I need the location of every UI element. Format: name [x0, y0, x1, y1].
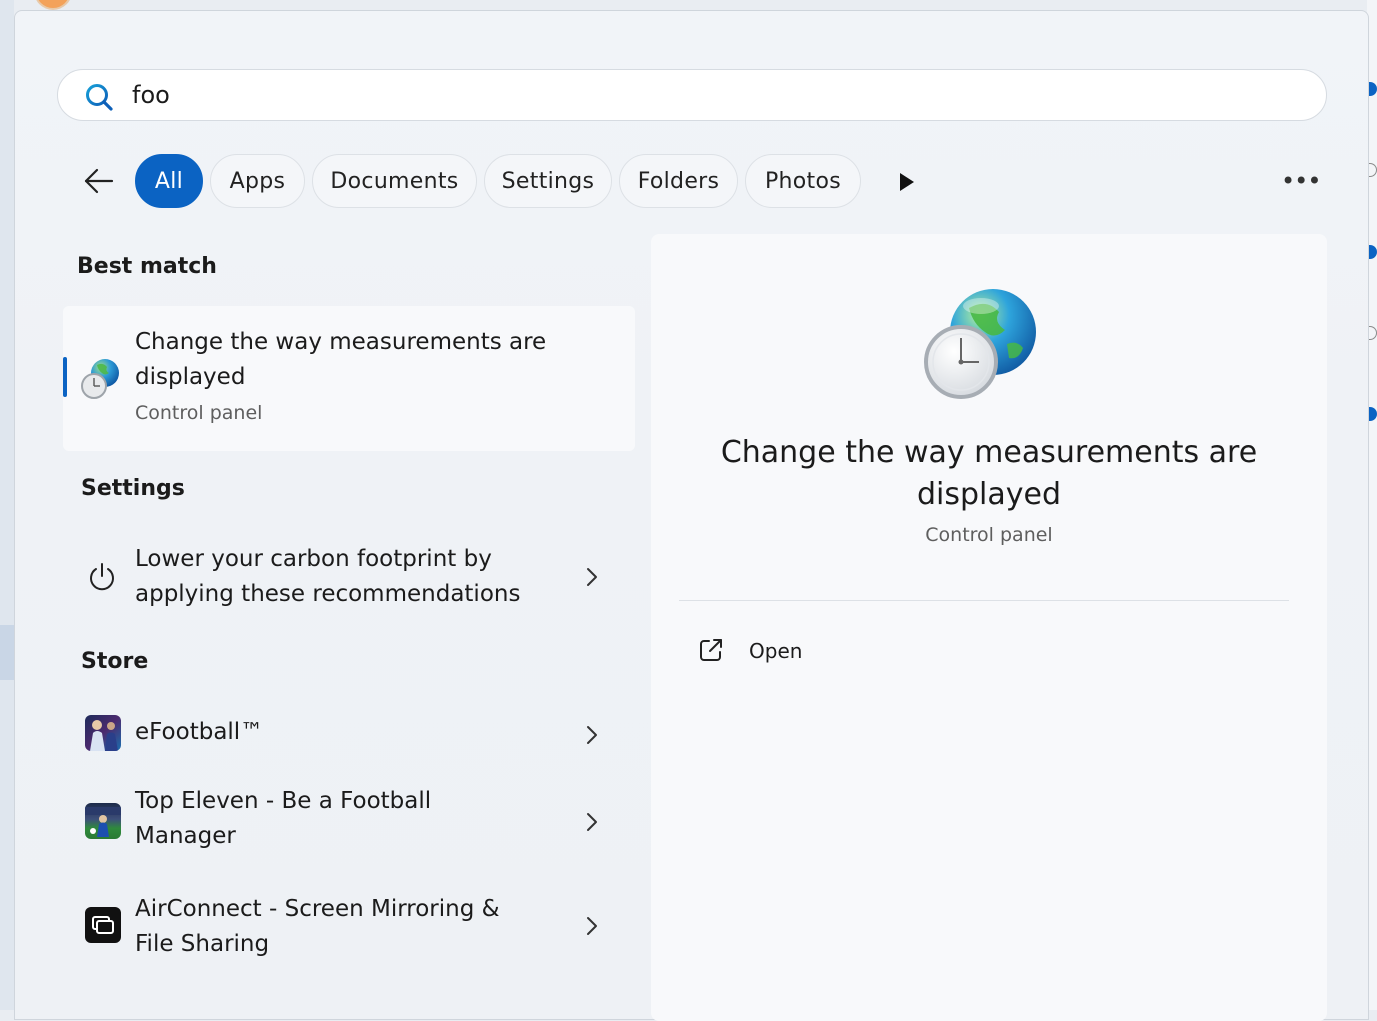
- filter-apps[interactable]: Apps: [210, 154, 305, 208]
- best-match-subtitle: Control panel: [135, 402, 263, 424]
- background-desktop-left: [0, 0, 14, 1010]
- background-radio-icon: [1369, 82, 1377, 96]
- selection-indicator: [63, 357, 67, 397]
- store-result-title-line2: Manager: [135, 823, 236, 849]
- section-store: Store: [81, 649, 149, 674]
- store-result-title-line1: AirConnect - Screen Mirroring &: [135, 896, 500, 922]
- section-best-match: Best match: [77, 254, 217, 279]
- store-result-item[interactable]: AirConnect - Screen Mirroring & File Sha…: [63, 885, 635, 965]
- chevron-right-icon: [587, 568, 597, 586]
- background-radio-icon: [1369, 245, 1377, 259]
- chevron-right-icon: [587, 813, 597, 831]
- background-radio-icon: [1369, 407, 1377, 421]
- filter-photos[interactable]: Photos: [745, 154, 861, 208]
- open-external-icon: [700, 639, 722, 661]
- chevron-right-icon: [587, 726, 597, 744]
- store-result-item[interactable]: eFootball™: [63, 701, 635, 763]
- scroll-filters-right-icon[interactable]: [897, 171, 917, 193]
- settings-result-line1: Lower your carbon footprint by: [135, 546, 492, 572]
- more-icon[interactable]: •••: [1281, 169, 1321, 193]
- search-icon: [86, 84, 113, 111]
- filter-settings[interactable]: Settings: [484, 154, 612, 208]
- airconnect-app-icon: [85, 907, 121, 943]
- background-desktop-strip: [0, 625, 14, 680]
- globe-clock-icon: [81, 359, 119, 399]
- store-result-title-line1: Top Eleven - Be a Football: [135, 788, 432, 814]
- best-match-title-line1: Change the way measurements are: [135, 329, 547, 355]
- settings-result-line2: applying these recommendations: [135, 581, 521, 607]
- filter-folders[interactable]: Folders: [619, 154, 738, 208]
- detail-title-line2: displayed: [916, 477, 1062, 512]
- search-panel: All Apps Documents Settings Folders Phot…: [14, 10, 1369, 1021]
- efootball-app-icon: [85, 715, 121, 751]
- background-radio-icon: [1369, 163, 1377, 177]
- detail-divider: [679, 600, 1289, 601]
- store-result-title: eFootball™: [135, 719, 264, 745]
- background-app-icon: [34, 0, 72, 10]
- best-match-title-line2: displayed: [135, 364, 246, 390]
- detail-subtitle: Control panel: [925, 524, 1053, 546]
- background-radio-icon: [1369, 326, 1377, 340]
- filter-all[interactable]: All: [135, 154, 203, 208]
- store-result-item[interactable]: Top Eleven - Be a Football Manager: [63, 781, 635, 861]
- detail-title-line1: Change the way measurements are: [720, 435, 1258, 470]
- detail-pane: Change the way measurements are displaye…: [651, 234, 1327, 1021]
- back-arrow-icon[interactable]: [81, 163, 117, 199]
- power-icon: [90, 563, 114, 591]
- globe-clock-icon: [924, 289, 1036, 399]
- search-box[interactable]: [57, 69, 1327, 121]
- search-input[interactable]: [132, 78, 1282, 112]
- top-eleven-app-icon: [85, 803, 121, 839]
- filter-documents[interactable]: Documents: [312, 154, 477, 208]
- chevron-right-icon: [587, 917, 597, 935]
- best-match-item[interactable]: Change the way measurements are displaye…: [63, 306, 635, 451]
- section-settings: Settings: [81, 476, 185, 501]
- open-label: Open: [749, 639, 803, 663]
- settings-result-item[interactable]: Lower your carbon footprint by applying …: [63, 529, 635, 627]
- store-result-title-line2: File Sharing: [135, 931, 270, 957]
